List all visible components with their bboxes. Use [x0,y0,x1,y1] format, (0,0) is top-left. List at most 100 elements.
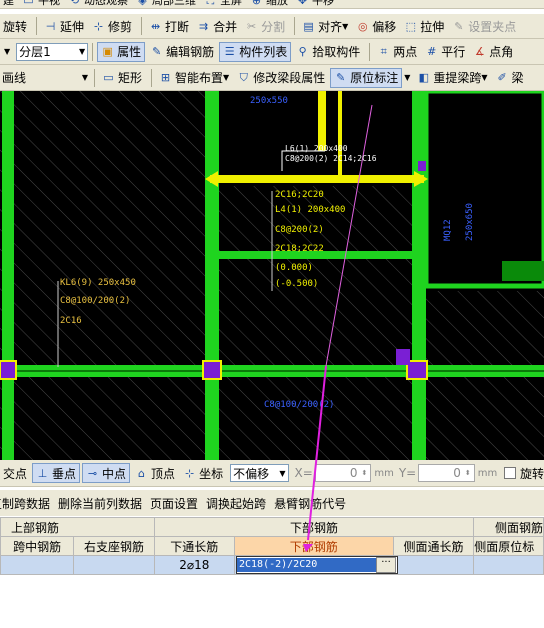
intersection-label: 交点 [3,466,28,481]
chevron-down-icon[interactable]: ▼ [404,73,410,82]
table-cell[interactable] [473,555,544,575]
snap-vertex[interactable]: ⌂ 顶点 [132,463,178,483]
chevron-down-icon: ▼ [81,73,88,82]
edit-rebar-button[interactable]: ✎ 编辑钢筋 [147,42,217,62]
rectangle-button[interactable]: ▭ 矩形 [99,68,145,88]
spinner-icon: ⬍ [361,469,368,477]
separator [94,68,95,87]
vertex-label: 顶点 [151,466,176,481]
column-header[interactable]: 侧面通长筋 [392,536,475,556]
parallel-button[interactable]: # 平行 [422,42,468,62]
column-marker-top [418,161,426,171]
stretch-button[interactable]: ⬚ 拉伸 [401,16,447,36]
column-header[interactable]: 侧面原位标 [473,536,544,556]
menu-page-setup[interactable]: 页面设置 [150,495,198,512]
column-header[interactable]: 右支座钢筋 [73,536,155,556]
menu-cantilever-code[interactable]: 悬臂钢筋代号 [274,495,346,512]
dim-label-right: 250x650 [465,203,475,241]
cell-editor[interactable]: 2C18(-2)/2C20 ··· [236,556,398,574]
layer-select[interactable]: 分层1 ▼ [16,42,89,61]
extend-button[interactable]: ⊣ 延伸 [41,16,87,36]
orbit-label: 动态观察 [84,0,128,7]
split-button[interactable]: ✂ 分割 [242,16,288,36]
draw-mode-value: 画线 [2,71,27,85]
zoom-icon: ⊕ [251,0,262,7]
modify-beam-button[interactable]: ⛉ 修改梁段属性 [234,68,328,88]
rotate-button[interactable]: 旋转 [0,16,30,36]
offset-button[interactable]: ◎ 偏移 [353,16,399,36]
chevron-down-icon: ▼ [79,47,86,56]
plan-view-button[interactable]: ▭ 平视 [19,0,63,8]
ellipsis-button[interactable]: ··· [376,557,396,573]
grip-button[interactable]: ✎ 设置夹点 [449,16,519,36]
rectangle-icon: ▭ [103,71,114,84]
menu-copy-span[interactable]: 复制跨数据 [0,495,50,512]
local-3d-label: 局部三维 [152,0,196,7]
column-header[interactable]: 下通长筋 [153,536,235,556]
column-marker [396,349,410,365]
re-span-button[interactable]: ◧ 重提梁跨 ▼ [414,68,490,88]
toolbar-item-partial[interactable]: 建 [0,0,17,8]
break-button[interactable]: ⇹ 打断 [146,16,192,36]
table-group-header-row: 上部钢筋 下部钢筋 侧面钢筋 [0,517,544,537]
pick-label: 拾取构件 [312,45,361,59]
smart-layout-button[interactable]: ⊞ 智能布置 ▼ [156,68,232,88]
chevron-down-icon[interactable]: ▼ [4,47,10,56]
grip-point-mid[interactable] [202,360,222,380]
zoom-button[interactable]: ⊕ 缩放 [247,0,291,8]
layer-value: 分层1 [19,45,51,59]
two-point-button[interactable]: ⌗ 两点 [374,42,420,62]
snap-perpendicular[interactable]: ⊥ 垂点 [32,463,81,483]
table-cell[interactable]: 2⌀18 [153,555,235,575]
smart-layout-label: 智能布置 [175,71,224,85]
local-3d-button[interactable]: ◈ 局部三维 [133,0,199,8]
pan-label: 平移 [312,0,334,7]
snap-coordinate[interactable]: ⊹ 坐标 [180,463,226,483]
snap-midpoint[interactable]: ⊸ 中点 [82,463,131,483]
rectangle-label: 矩形 [118,71,143,85]
beam-label-d: 2C18;2C22 [275,244,324,254]
orbit-icon: ⟲ [69,0,80,7]
orbit-button[interactable]: ⟲ 动态观察 [65,0,131,8]
column-left [2,91,14,460]
trim-button[interactable]: ⊹ 修剪 [89,16,135,36]
merge-button[interactable]: ⇉ 合并 [194,16,240,36]
table-cell[interactable] [0,555,75,575]
align-button[interactable]: ▤ 对齐 ▼ [299,16,351,36]
draw-mode-select[interactable]: 画线 ▼ [0,69,90,87]
snap-intersection[interactable]: 交点 [0,463,30,483]
wall-right-fill [502,261,544,281]
cell-editor-input[interactable]: 2C18(-2)/2C20 [237,558,376,572]
pick-button[interactable]: ⚲ 拾取构件 [293,42,363,62]
point-angle-button[interactable]: ∡ 点角 [470,42,516,62]
perpendicular-icon: ⊥ [37,466,48,480]
menu-delete-column[interactable]: 删除当前列数据 [58,495,142,512]
in-situ-label-button[interactable]: ✎ 原位标注 [330,67,403,88]
pan-button[interactable]: ✥ 平移 [293,0,337,8]
drawing-svg[interactable]: 250x550 L6(1) 200x400 C8@200(2) 2C14;2C1… [0,91,544,460]
property-button[interactable]: ▣ 属性 [97,41,146,62]
point-angle-icon: ∡ [474,45,485,58]
component-list-button[interactable]: ☰ 构件列表 [219,41,292,62]
column-header[interactable]: 跨中钢筋 [0,536,75,556]
beam-button[interactable]: ✐ 梁 [493,68,527,88]
x-input[interactable]: 0 ⬍ [314,464,372,482]
column-header-active[interactable]: 下部钢筋 [233,536,394,556]
beam-label-c: C8@200(2) [275,225,324,235]
table-cell[interactable] [73,555,155,575]
split-label: 分割 [261,19,286,34]
chevron-down-icon: ▼ [223,73,230,82]
plan-view-label: 平视 [38,0,60,7]
offset-select[interactable]: 不偏移 ▼ [230,464,289,482]
y-input[interactable]: 0 ⬍ [418,464,475,482]
beam-label-l6: L6(1) 200x400 [285,144,348,153]
table-cell[interactable] [392,555,475,575]
beam-label-b: L4(1) 200x400 [275,205,345,215]
grip-point-left[interactable] [0,360,17,380]
align-icon: ▤ [303,19,314,33]
drawing-canvas[interactable]: 250x550 L6(1) 200x400 C8@200(2) 2C14;2C1… [0,91,544,460]
fullscreen-button[interactable]: ⛶ 全屏 [201,0,245,8]
vertex-icon: ⌂ [138,466,146,480]
rotate-checkbox[interactable] [504,467,516,479]
menu-swap-start-span[interactable]: 调换起始跨 [206,495,266,512]
